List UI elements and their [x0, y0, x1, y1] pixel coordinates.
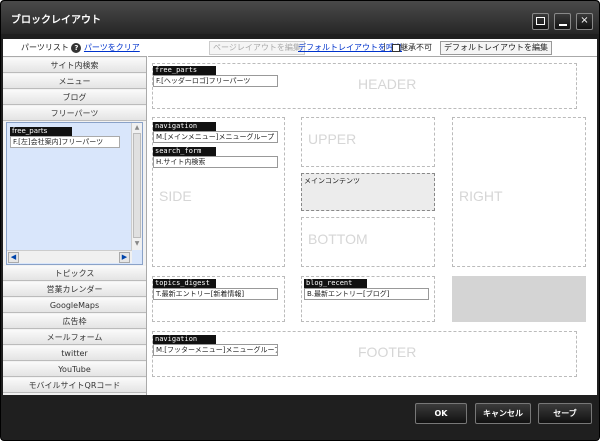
category-blog[interactable]: ブログ — [3, 90, 146, 105]
help-icon[interactable]: ? — [71, 42, 82, 53]
edit-page-layout-button[interactable]: ページレイアウトを編集 — [209, 41, 305, 55]
footer-region-label: FOOTER — [358, 344, 417, 360]
main-content-region[interactable]: メインコンテンツ — [301, 173, 435, 211]
part-label: F.[ヘッダーロゴ]フリーパーツ — [153, 75, 278, 87]
parts-list-header: パーツリスト ? パーツをクリア — [3, 39, 147, 57]
maximize-button[interactable] — [532, 13, 549, 30]
parts-list-label: パーツリスト — [21, 43, 69, 52]
toolbar-separator: | — [383, 42, 386, 51]
dialog-content: パーツリスト ? パーツをクリア サイト内検索 メニュー ブログ フリーパーツ … — [3, 39, 597, 395]
part-tag: free_parts — [153, 66, 216, 75]
part-label: H.サイト内検索 — [153, 156, 278, 168]
scroll-left-icon[interactable]: ◀ — [8, 252, 19, 263]
clear-parts-link[interactable]: パーツをクリア — [84, 43, 140, 52]
parts-list-panel: パーツリスト ? パーツをクリア サイト内検索 メニュー ブログ フリーパーツ … — [3, 39, 147, 395]
part-tag: search_form — [153, 147, 216, 156]
category-youtube[interactable]: YouTube — [3, 362, 146, 377]
bottom-region[interactable]: BOTTOM — [301, 217, 435, 267]
part-label: T.最新エントリー[新着情報] — [153, 288, 278, 300]
scroll-up-icon[interactable]: ▲ — [132, 123, 142, 133]
right-region-label: RIGHT — [459, 188, 503, 204]
scroll-right-icon[interactable]: ▶ — [119, 252, 130, 263]
category-calendar[interactable]: 営業カレンダー — [3, 282, 146, 297]
layout-dialog: ブロックレイアウト × パーツリスト ? パーツをクリア サイト内検索 メニュー… — [0, 0, 600, 441]
save-button[interactable]: セーブ — [538, 403, 592, 424]
part-label: M.[フッターメニュー]メニューグループ — [153, 344, 278, 356]
category-topics[interactable]: トピックス — [3, 266, 146, 281]
bottom-region-label: BOTTOM — [308, 231, 368, 247]
category-ad[interactable]: 広告枠 — [3, 314, 146, 329]
category-menu[interactable]: メニュー — [3, 74, 146, 89]
edit-default-layout-button[interactable]: デフォルトレイアウトを編集 — [440, 41, 552, 55]
part-tag: navigation — [153, 335, 216, 344]
call-default-layout-link[interactable]: デフォルトレイアウトを呼出 — [298, 42, 402, 53]
minimize-icon — [558, 24, 567, 26]
upper-region-label: UPPER — [308, 131, 357, 147]
list-item-tag: free_parts — [10, 127, 72, 136]
scroll-down-icon[interactable]: ▼ — [132, 239, 142, 249]
window-title: ブロックレイアウト — [11, 15, 101, 26]
layout-canvas: HEADER free_parts F.[ヘッダーロゴ]フリーパーツ SIDE … — [148, 58, 597, 395]
list-item[interactable]: F.[左]会社案内]フリーパーツ — [10, 136, 120, 148]
free-parts-listbox[interactable]: free_parts F.[左]会社案内]フリーパーツ ▲ ▼ ◀ ▶ — [6, 122, 143, 265]
category-twitter[interactable]: twitter — [3, 346, 146, 361]
layout-toolbar: ページレイアウトを編集 デフォルトレイアウトを呼出 | 継承不可 デフォルトレイ… — [148, 39, 597, 57]
part-tag: topics_digest — [153, 279, 216, 288]
empty-block[interactable] — [452, 276, 586, 322]
header-region-label: HEADER — [358, 76, 417, 92]
category-site-search[interactable]: サイト内検索 — [3, 58, 146, 73]
close-button[interactable]: × — [576, 13, 593, 30]
cancel-button[interactable]: キャンセル — [475, 403, 531, 424]
category-free-parts[interactable]: フリーパーツ — [3, 106, 146, 121]
maximize-icon — [536, 17, 545, 25]
close-icon: × — [580, 15, 589, 26]
side-region-label: SIDE — [159, 188, 192, 204]
category-mobile-qr[interactable]: モバイルサイトQRコード — [3, 378, 146, 393]
no-inherit-label: 継承不可 — [400, 43, 432, 52]
category-mailform[interactable]: メールフォーム — [3, 330, 146, 345]
title-bar[interactable]: ブロックレイアウト × — [1, 1, 599, 34]
minimize-button[interactable] — [554, 13, 571, 30]
right-region[interactable]: RIGHT — [452, 117, 586, 267]
no-inherit-toggle[interactable]: 継承不可 — [392, 42, 432, 53]
no-inherit-checkbox[interactable] — [392, 43, 400, 52]
part-label: M.[メインメニュー]メニューグループ — [153, 131, 278, 143]
scroll-thumb[interactable] — [133, 133, 141, 238]
upper-region[interactable]: UPPER — [301, 117, 435, 167]
part-tag: blog_recent — [304, 279, 367, 288]
ok-button[interactable]: OK — [415, 403, 467, 424]
category-googlemaps[interactable]: GoogleMaps — [3, 298, 146, 313]
part-tag: navigation — [153, 122, 216, 131]
horizontal-scrollbar[interactable]: ◀ ▶ — [7, 250, 132, 263]
vertical-scrollbar[interactable]: ▲ ▼ — [131, 123, 142, 250]
part-label: B.最新エントリー[ブログ] — [304, 288, 429, 300]
